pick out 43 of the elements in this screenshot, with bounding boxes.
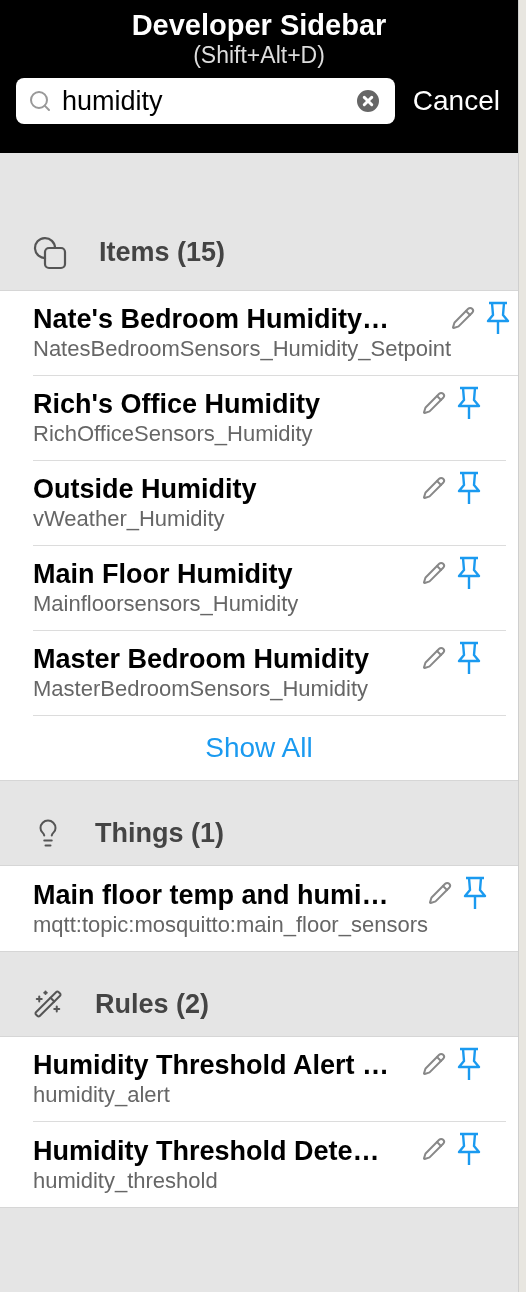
edit-icon[interactable] bbox=[422, 476, 446, 500]
row-subtitle: humidity_alert bbox=[33, 1081, 171, 1109]
row-subtitle: vWeather_Humidity bbox=[33, 505, 226, 533]
row-subtitle: MasterBedroomSensors_Humidity bbox=[33, 675, 370, 703]
row-title[interactable]: Humidity Threshold Dete… bbox=[33, 1134, 422, 1167]
edit-icon[interactable] bbox=[422, 646, 446, 670]
search-field[interactable]: humidity bbox=[16, 78, 395, 124]
row-title[interactable]: Main Floor Humidity bbox=[33, 558, 422, 590]
search-icon bbox=[28, 89, 52, 113]
row-subtitle: NatesBedroomSensors_Humidity_Setpoint bbox=[33, 335, 452, 363]
pin-icon[interactable] bbox=[456, 556, 482, 590]
pin-icon[interactable] bbox=[456, 1132, 482, 1166]
sidebar-title: Developer Sidebar bbox=[131, 8, 387, 42]
pin-icon[interactable] bbox=[456, 471, 482, 505]
row-subtitle: mqtt:topic:mosquitto:main_floor_sensors bbox=[33, 910, 428, 939]
overlapping-shapes-icon bbox=[33, 235, 67, 270]
edit-icon[interactable] bbox=[427, 881, 452, 905]
edit-icon[interactable] bbox=[422, 391, 446, 415]
section-title: Rules (2) bbox=[95, 987, 210, 1021]
edit-icon[interactable] bbox=[422, 1052, 446, 1076]
row-title[interactable]: Nate's Bedroom Humidity… bbox=[33, 303, 452, 335]
edit-icon[interactable] bbox=[451, 306, 476, 330]
edit-icon[interactable] bbox=[422, 1137, 446, 1161]
row-title[interactable]: Main floor temp and humi… bbox=[33, 878, 428, 911]
section-title: Things (1) bbox=[95, 816, 224, 850]
row-title[interactable]: Outside Humidity bbox=[33, 473, 422, 505]
edit-icon[interactable] bbox=[422, 561, 446, 585]
row-title[interactable]: Humidity Threshold Alert … bbox=[33, 1049, 422, 1081]
pin-icon[interactable] bbox=[485, 301, 512, 335]
pin-icon[interactable] bbox=[456, 641, 482, 675]
pin-icon[interactable] bbox=[456, 1047, 482, 1081]
magic-wand-icon bbox=[33, 989, 63, 1019]
row-subtitle: RichOfficeSensors_Humidity bbox=[33, 420, 314, 448]
search-value: humidity bbox=[62, 84, 164, 118]
section-title: Items (15) bbox=[99, 236, 226, 270]
row-title[interactable]: Master Bedroom Humidity bbox=[33, 643, 422, 675]
row-title[interactable]: Rich's Office Humidity bbox=[33, 388, 422, 420]
row-subtitle: humidity_threshold bbox=[33, 1166, 219, 1195]
row-subtitle: Mainfloorsensors_Humidity bbox=[33, 590, 300, 618]
pin-icon[interactable] bbox=[456, 386, 482, 420]
shortcut-hint: (Shift+Alt+D) bbox=[193, 42, 325, 68]
cancel-button[interactable]: Cancel bbox=[412, 80, 502, 122]
pin-icon[interactable] bbox=[461, 876, 488, 910]
